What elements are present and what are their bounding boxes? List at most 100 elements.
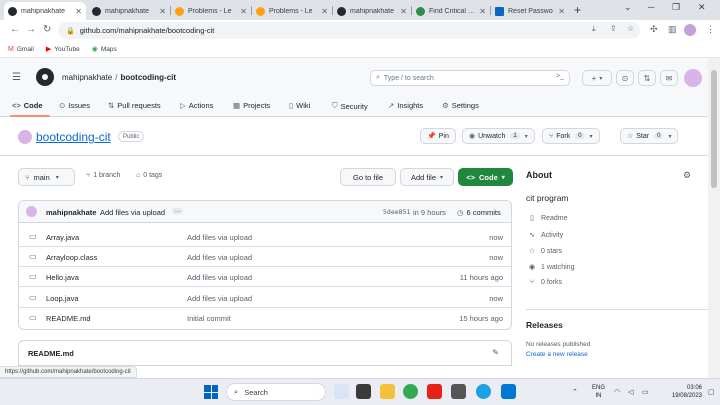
tab-security[interactable]: ⛉ Security xyxy=(332,101,368,111)
side-panel-icon[interactable]: ▥ xyxy=(668,24,677,35)
file-row[interactable]: ▭ Array.java Add files via upload now xyxy=(19,227,511,247)
file-row[interactable]: ▭ Loop.java Add files via upload now xyxy=(19,288,511,308)
share-icon[interactable]: ⇪ xyxy=(610,24,617,33)
back-arrow-icon[interactable]: ← xyxy=(10,24,20,35)
readme-title[interactable]: README.md xyxy=(28,349,74,358)
tab-pull-requests[interactable]: ⇅ Pull requests xyxy=(108,101,161,110)
branch-selector-button[interactable]: ⑂ main ▾ xyxy=(18,168,75,186)
battery-icon[interactable]: ▭ xyxy=(642,388,649,396)
bookmark-gmail[interactable]: M Gmail xyxy=(8,46,34,53)
browser-tab-4[interactable]: Problems - Le ✕ xyxy=(252,2,332,20)
address-bar[interactable]: 🔒 github.com/mahipnakhate/bootcoding-cit xyxy=(58,22,640,39)
sidebar-item-activity[interactable]: ∿ Activity xyxy=(526,231,563,240)
task-view-icon[interactable] xyxy=(356,384,371,399)
tray-chevron-icon[interactable]: ⌃ xyxy=(572,388,578,396)
breadcrumb-repo[interactable]: bootcoding-cit xyxy=(121,73,177,82)
code-button[interactable]: <> Code ▾ xyxy=(458,168,513,186)
hamburger-menu-icon[interactable]: ☰ xyxy=(12,72,21,83)
widgets-icon[interactable] xyxy=(334,384,349,399)
github-search-input[interactable]: ⌕ Type / to search >_ xyxy=(370,70,570,86)
tags-link[interactable]: ⌂ 0 tags xyxy=(136,172,162,179)
inbox-header-button[interactable]: ✉ xyxy=(660,70,678,86)
close-icon[interactable]: ✕ xyxy=(321,7,328,16)
file-name[interactable]: README.md xyxy=(46,314,91,323)
file-name[interactable]: Arrayloop.class xyxy=(46,253,97,262)
store-icon[interactable] xyxy=(451,384,466,399)
tab-issues[interactable]: ⊙ Issues xyxy=(59,101,90,110)
browser-tab-5[interactable]: mahipnakhate ✕ xyxy=(333,2,411,20)
file-name[interactable]: Loop.java xyxy=(46,294,79,303)
sidebar-item-stars[interactable]: ☆ 0 stars xyxy=(526,247,562,256)
tab-insights[interactable]: ↗ Insights xyxy=(388,101,423,110)
browser-tab-7[interactable]: Reset Passwo ✕ xyxy=(491,2,569,20)
create-release-link[interactable]: Create a new release xyxy=(526,351,588,358)
bookmark-star-icon[interactable]: ☆ xyxy=(627,24,634,33)
file-row[interactable]: ▭ Arrayloop.class Add files via upload n… xyxy=(19,247,511,267)
sidebar-item-forks[interactable]: ⑂ 0 forks xyxy=(526,279,562,286)
tab-actions[interactable]: ▷ Actions xyxy=(180,101,213,110)
extensions-puzzle-icon[interactable]: ✣ xyxy=(650,24,658,35)
browser-tab-2[interactable]: mahipnakhate ✕ xyxy=(88,2,170,20)
branches-link[interactable]: ⑂ 1 branch xyxy=(86,172,120,179)
commits-link[interactable]: ◷ 6 commits xyxy=(457,208,501,217)
language-indicator[interactable]: ENG IN xyxy=(592,384,605,400)
restore-icon[interactable]: ❐ xyxy=(672,2,680,13)
file-commit-message[interactable]: Add files via upload xyxy=(187,273,252,282)
file-name[interactable]: Hello.java xyxy=(46,273,79,282)
pin-button[interactable]: 📌 Pin xyxy=(420,128,456,144)
edge-icon[interactable] xyxy=(476,384,491,399)
new-tab-button[interactable]: + xyxy=(574,3,581,17)
commit-expand-button[interactable]: ... xyxy=(172,208,184,214)
browser-menu-icon[interactable]: ⋮ xyxy=(706,24,715,35)
close-icon[interactable]: ✕ xyxy=(159,7,166,16)
browser-tab-6[interactable]: Find Critical an ✕ xyxy=(412,2,490,20)
file-commit-message[interactable]: Initial commit xyxy=(187,314,231,323)
close-icon[interactable]: ✕ xyxy=(479,7,486,16)
create-new-button[interactable]: + ▾ xyxy=(582,70,612,86)
close-icon[interactable]: ✕ xyxy=(400,7,407,16)
system-clock[interactable]: 03:06 19/08/2023 xyxy=(662,384,702,400)
chrome-icon[interactable] xyxy=(403,384,418,399)
browser-tab-3[interactable]: Problems - Le ✕ xyxy=(171,2,251,20)
window-close-icon[interactable]: ✕ xyxy=(698,2,706,13)
vscode-icon[interactable] xyxy=(501,384,516,399)
gear-icon[interactable]: ⚙ xyxy=(683,170,691,181)
notification-icon[interactable]: ▢ xyxy=(708,388,715,396)
pencil-edit-icon[interactable]: ✎ xyxy=(492,348,499,357)
file-commit-message[interactable]: Add files via upload xyxy=(187,233,252,242)
repo-name-link[interactable]: bootcoding-cit xyxy=(36,130,111,144)
issues-header-button[interactable]: ⊙ xyxy=(616,70,634,86)
download-icon[interactable]: ⤓ xyxy=(592,24,596,34)
commit-author-avatar[interactable] xyxy=(26,206,37,217)
pull-requests-header-button[interactable]: ⇅ xyxy=(638,70,656,86)
file-name[interactable]: Array.java xyxy=(46,233,79,242)
file-row[interactable]: ▭ README.md Initial commit 15 hours ago xyxy=(19,308,511,328)
browser-tab-1[interactable]: mahipnakhate ✕ xyxy=(4,2,86,20)
github-logo-icon[interactable] xyxy=(36,68,54,86)
file-row[interactable]: ▭ Hello.java Add files via upload 11 hou… xyxy=(19,267,511,287)
minimize-icon[interactable]: ─ xyxy=(648,2,654,12)
add-file-button[interactable]: Add file ▾ xyxy=(400,168,454,186)
commit-sha[interactable]: 5dee851 xyxy=(383,208,410,216)
close-icon[interactable]: ✕ xyxy=(558,7,565,16)
youtube-app-icon[interactable] xyxy=(427,384,442,399)
sidebar-item-watching[interactable]: ◉ 1 watching xyxy=(526,263,575,272)
forward-arrow-icon[interactable]: → xyxy=(26,24,36,35)
go-to-file-button[interactable]: Go to file xyxy=(340,168,396,186)
bookmark-youtube[interactable]: ▶ YouTube xyxy=(46,45,80,54)
user-avatar[interactable] xyxy=(684,69,702,87)
profile-avatar[interactable] xyxy=(684,24,696,36)
file-explorer-icon[interactable] xyxy=(380,384,395,399)
volume-icon[interactable]: ◁ xyxy=(628,388,633,396)
commit-author[interactable]: mahipnakhate xyxy=(46,208,96,217)
tab-settings[interactable]: ⚙ Settings xyxy=(442,101,479,110)
reload-icon[interactable]: ↻ xyxy=(43,24,51,35)
windows-start-icon[interactable] xyxy=(204,385,218,399)
file-commit-message[interactable]: Add files via upload xyxy=(187,294,252,303)
wifi-icon[interactable]: ◠ xyxy=(614,388,620,396)
unwatch-button[interactable]: ◉ Unwatch 1 ▾ xyxy=(462,128,535,144)
close-icon[interactable]: ✕ xyxy=(75,7,82,16)
tab-projects[interactable]: ▦ Projects xyxy=(233,101,270,110)
star-button[interactable]: ☆ Star 0 ▾ xyxy=(620,128,679,144)
tab-code[interactable]: <> Code xyxy=(12,101,43,110)
